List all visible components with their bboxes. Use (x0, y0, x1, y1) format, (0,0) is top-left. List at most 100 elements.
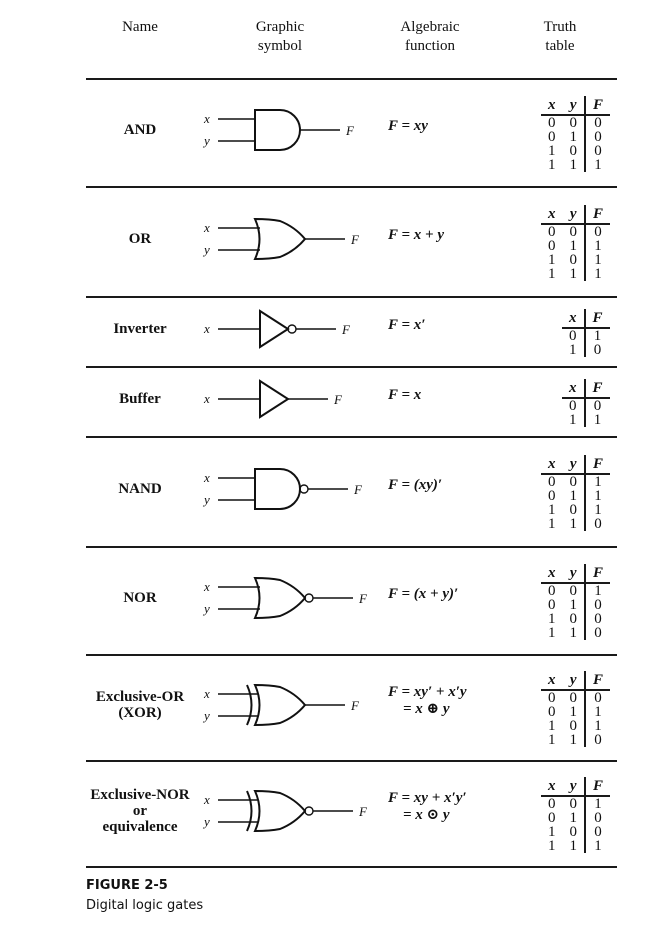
truth-table-header: xF (562, 309, 610, 329)
truth-cell: 1 (583, 796, 611, 812)
gate-name: Exclusive-NOR or equivalence (90, 787, 190, 835)
truth-cell: 1 (583, 267, 611, 282)
truth-cell: 1 (569, 488, 578, 504)
truth-col-x: x (541, 777, 563, 797)
truth-cell: 1 (548, 838, 556, 854)
gate-body (254, 468, 301, 510)
truth-row: 100 (541, 143, 611, 159)
input-label: y (202, 492, 210, 507)
input-label: x (203, 321, 210, 336)
truth-cell: 1 (569, 412, 577, 428)
row-divider (86, 436, 617, 438)
truth-cell: 1 (548, 252, 556, 268)
truth-row: 001 (541, 474, 611, 490)
truth-cell: 1 (548, 625, 556, 641)
header-truth-table: Truth table (543, 19, 577, 54)
and-gate-icon: Fxy (200, 100, 370, 165)
truth-col-F: F (583, 777, 611, 797)
truth-table-header: xyF (541, 671, 611, 691)
truth-row: 110 (541, 516, 611, 532)
xor-curve (246, 684, 253, 726)
truth-cell: 1 (548, 143, 556, 159)
truth-cell: 0 (569, 224, 578, 240)
algebraic-function: F = xy′ + x′y = x ⊕ y (388, 684, 467, 717)
truth-row: 000 (541, 224, 611, 240)
gate-name: Exclusive-OR (XOR) (95, 689, 185, 721)
gate-name: NOR (123, 590, 157, 606)
truth-col-y: y (562, 671, 585, 691)
row-divider (86, 296, 617, 298)
truth-cell: 0 (548, 597, 556, 613)
nor-gate-icon: Fxy (200, 568, 370, 633)
nand-gate-icon: Fxy (200, 459, 370, 524)
or-gate-icon: Fxy (200, 209, 370, 274)
truth-cell: 0 (569, 824, 578, 840)
figure-page: Name Graphic symbol Algebraic function T… (0, 0, 672, 937)
output-label: F (358, 591, 368, 606)
truth-cell: 0 (548, 238, 556, 254)
truth-table-header: xyF (541, 564, 611, 584)
truth-table-header: xyF (541, 777, 611, 797)
truth-table-header: xF (562, 379, 610, 399)
truth-row: 110 (541, 733, 611, 748)
truth-col-x: x (562, 309, 585, 329)
truth-col-F: F (583, 671, 611, 691)
truth-cell: 1 (583, 474, 611, 490)
inversion-bubble (299, 484, 309, 494)
truth-row: 101 (541, 252, 611, 268)
truth-col-x: x (541, 455, 563, 475)
truth-row: 010 (541, 597, 611, 613)
truth-table: xyF001010100110 (541, 564, 611, 641)
truth-row: 01 (562, 328, 610, 344)
truth-cell: 0 (583, 733, 611, 748)
output-label: F (353, 482, 363, 497)
input-label: x (203, 470, 210, 485)
truth-cell: 0 (548, 224, 556, 240)
truth-cell: 1 (548, 516, 556, 532)
truth-table: xF0011 (562, 379, 610, 428)
gate-body (253, 683, 307, 727)
truth-col-x: x (541, 671, 563, 691)
header-graphic-symbol: Graphic symbol (255, 19, 305, 54)
truth-cell: 0 (583, 130, 611, 145)
truth-cell: 1 (583, 413, 610, 428)
row-divider (86, 760, 617, 762)
truth-row: 110 (541, 625, 611, 641)
truth-cell: 0 (548, 474, 556, 490)
truth-cell: 1 (583, 503, 611, 518)
algebraic-function: F = (xy)′ (388, 476, 443, 493)
truth-row: 001 (541, 796, 611, 812)
xnor-gate-icon: Fxy (200, 781, 370, 846)
truth-row: 111 (541, 157, 611, 173)
truth-cell: 0 (548, 129, 556, 145)
truth-col-F: F (583, 309, 610, 329)
row-divider (86, 866, 617, 868)
truth-col-x: x (541, 205, 563, 225)
figure-title: FIGURE 2-5 (86, 878, 168, 893)
truth-cell: 1 (583, 839, 611, 854)
truth-cell: 1 (548, 157, 556, 173)
row-divider (86, 78, 617, 80)
input-label: y (202, 601, 210, 616)
truth-row: 010 (541, 811, 611, 826)
truth-row: 10 (562, 343, 610, 358)
truth-cell: 1 (548, 611, 556, 627)
truth-table: xyF001010100111 (541, 777, 611, 854)
truth-cell: 0 (583, 398, 610, 414)
truth-table: xF0110 (562, 309, 610, 358)
xor-curve (246, 790, 253, 832)
truth-cell: 0 (569, 583, 578, 599)
truth-cell: 1 (583, 253, 611, 268)
gate-name: Inverter (113, 321, 167, 337)
gate-name: OR (128, 231, 152, 247)
truth-row: 111 (541, 266, 611, 282)
truth-cell: 0 (583, 144, 611, 159)
truth-cell: 0 (569, 115, 578, 131)
row-divider (86, 654, 617, 656)
truth-cell: 0 (569, 718, 578, 734)
buffer-gate-icon: Fx (200, 369, 370, 434)
output-label: F (350, 232, 360, 247)
truth-cell: 1 (583, 158, 611, 173)
truth-cell: 1 (548, 266, 556, 282)
algebraic-function: F = xy (388, 117, 428, 134)
